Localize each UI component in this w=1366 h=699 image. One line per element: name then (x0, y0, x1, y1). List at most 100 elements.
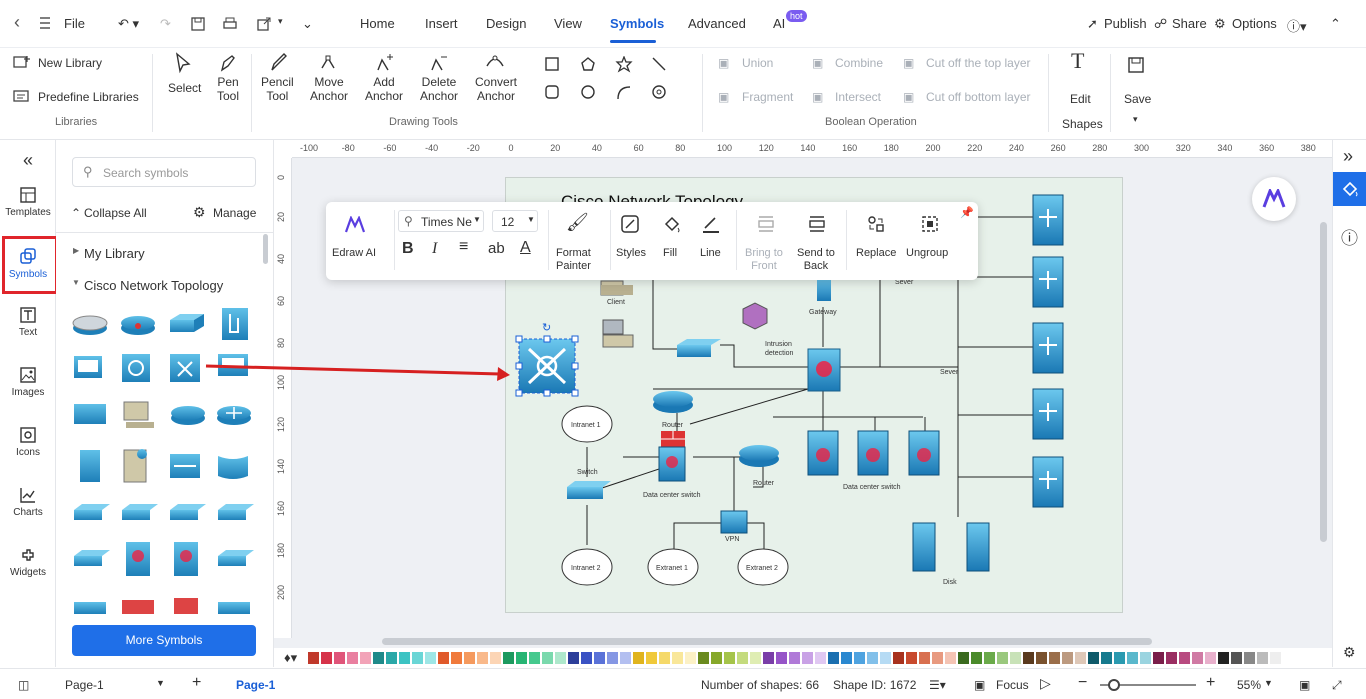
convert-anchor-tool[interactable]: Convert Anchor (475, 75, 517, 103)
color-swatch[interactable] (347, 652, 358, 664)
color-swatch[interactable] (1036, 652, 1047, 664)
color-swatch[interactable] (698, 652, 709, 664)
color-swatch[interactable] (633, 652, 644, 664)
color-swatch[interactable] (724, 652, 735, 664)
more-icon[interactable]: ⌄ (302, 16, 313, 32)
export-icon[interactable] (256, 16, 272, 35)
color-swatch[interactable] (360, 652, 371, 664)
combine-button[interactable]: Combine (835, 56, 883, 70)
expand-panel-icon[interactable]: » (1343, 146, 1353, 167)
color-swatch[interactable] (1114, 652, 1125, 664)
color-swatch[interactable] (477, 652, 488, 664)
options-button[interactable]: Options (1232, 16, 1277, 31)
color-swatch[interactable] (867, 652, 878, 664)
color-swatch[interactable] (1075, 652, 1086, 664)
color-swatch[interactable] (776, 652, 787, 664)
collapse-ribbon-icon[interactable]: ⌃ (1330, 16, 1341, 32)
pencil-tool[interactable]: Pencil Tool (261, 75, 294, 103)
fill-color-icon[interactable]: ♦▾ (284, 650, 297, 666)
send-to-back-button[interactable]: Send to Back (797, 247, 835, 273)
rail-icons[interactable]: Icons (0, 427, 56, 458)
color-swatch[interactable] (997, 652, 1008, 664)
manage-button[interactable]: Manage (213, 206, 256, 220)
color-swatch[interactable] (854, 652, 865, 664)
color-swatch[interactable] (711, 652, 722, 664)
symbol-search-box[interactable]: ⚲ Search symbols (72, 157, 256, 187)
export-dropdown-icon[interactable]: ▾ (278, 16, 283, 27)
fragment-button[interactable]: Fragment (742, 90, 793, 104)
union-button[interactable]: Union (742, 56, 773, 70)
color-swatch[interactable] (737, 652, 748, 664)
file-menu[interactable]: File (64, 16, 85, 31)
color-swatch[interactable] (399, 652, 410, 664)
play-icon[interactable]: ▷ (1040, 675, 1051, 692)
format-painter-button[interactable]: Format Painter (556, 247, 591, 273)
replace-button[interactable]: Replace (856, 247, 896, 260)
delete-anchor-tool[interactable]: Delete Anchor (420, 75, 458, 103)
edit-shapes-button[interactable]: Edit (1070, 92, 1091, 106)
color-swatch[interactable] (516, 652, 527, 664)
intersect-button[interactable]: Intersect (835, 90, 881, 104)
color-swatch[interactable] (555, 652, 566, 664)
color-swatch[interactable] (503, 652, 514, 664)
color-swatch[interactable] (1270, 652, 1281, 664)
color-swatch[interactable] (1218, 652, 1229, 664)
color-swatch[interactable] (386, 652, 397, 664)
pin-icon[interactable]: 📌 (960, 206, 974, 219)
chevron-down-icon[interactable]: ▼ (156, 678, 165, 688)
color-swatch[interactable] (763, 652, 774, 664)
align-icon[interactable]: ≡ (459, 238, 468, 256)
color-swatch[interactable] (594, 652, 605, 664)
color-swatch[interactable] (958, 652, 969, 664)
color-swatch[interactable] (542, 652, 553, 664)
page-select[interactable]: Page-1 (65, 678, 104, 692)
color-swatch[interactable] (802, 652, 813, 664)
focus-icon[interactable]: ▣ (974, 678, 985, 692)
chevron-down-icon[interactable]: ▼ (1264, 678, 1273, 688)
color-swatch[interactable] (581, 652, 592, 664)
tab-ai[interactable]: AI (773, 16, 785, 31)
share-icon[interactable]: ☍ (1154, 16, 1167, 32)
color-swatch[interactable] (750, 652, 761, 664)
zoom-out-icon[interactable]: − (1078, 674, 1087, 692)
horizontal-scrollbar[interactable] (382, 638, 1152, 645)
color-swatch[interactable] (1244, 652, 1255, 664)
shape-tools[interactable] (542, 56, 682, 106)
fill-button[interactable]: Fill (663, 247, 677, 260)
color-swatch[interactable] (529, 652, 540, 664)
redo-icon[interactable]: ↷ (160, 16, 171, 32)
color-swatch[interactable] (1166, 652, 1177, 664)
color-swatch[interactable] (789, 652, 800, 664)
zoom-in-icon[interactable]: + (1206, 674, 1215, 692)
gear-icon[interactable]: ⚙ (1343, 644, 1356, 661)
predefine-libraries-button[interactable]: Predefine Libraries (38, 90, 139, 104)
more-symbols-button[interactable]: More Symbols (72, 625, 256, 656)
add-page-icon[interactable]: + (192, 674, 201, 692)
tab-advanced[interactable]: Advanced (688, 16, 746, 31)
color-swatch[interactable] (1153, 652, 1164, 664)
rail-widgets[interactable]: Widgets (0, 547, 56, 578)
ungroup-button[interactable]: Ungroup (906, 247, 948, 260)
gear-icon[interactable]: ⚙ (1214, 16, 1226, 32)
color-swatch[interactable] (1179, 652, 1190, 664)
format-panel-button[interactable] (1333, 172, 1366, 206)
my-library-section[interactable]: My Library (84, 246, 145, 261)
bring-to-front-button[interactable]: Bring to Front (745, 247, 783, 273)
color-swatch[interactable] (1257, 652, 1268, 664)
color-swatch[interactable] (685, 652, 696, 664)
color-swatch[interactable] (1062, 652, 1073, 664)
color-swatch[interactable] (646, 652, 657, 664)
styles-button[interactable]: Styles (616, 247, 646, 260)
color-swatch[interactable] (412, 652, 423, 664)
collapse-all-button[interactable]: Collapse All (84, 206, 147, 220)
vertical-scrollbar[interactable] (1320, 222, 1327, 542)
color-swatch[interactable] (568, 652, 579, 664)
sidebar-toggle-icon[interactable]: ◫ (18, 678, 29, 692)
print-icon[interactable] (222, 16, 238, 35)
symbol-grid[interactable] (70, 304, 260, 614)
cut-bottom-layer-button[interactable]: Cut off bottom layer (926, 90, 1031, 104)
fit-page-icon[interactable]: ▣ (1299, 678, 1310, 692)
color-swatch[interactable] (464, 652, 475, 664)
back-icon[interactable]: ‹ (14, 12, 20, 33)
color-swatch[interactable] (334, 652, 345, 664)
